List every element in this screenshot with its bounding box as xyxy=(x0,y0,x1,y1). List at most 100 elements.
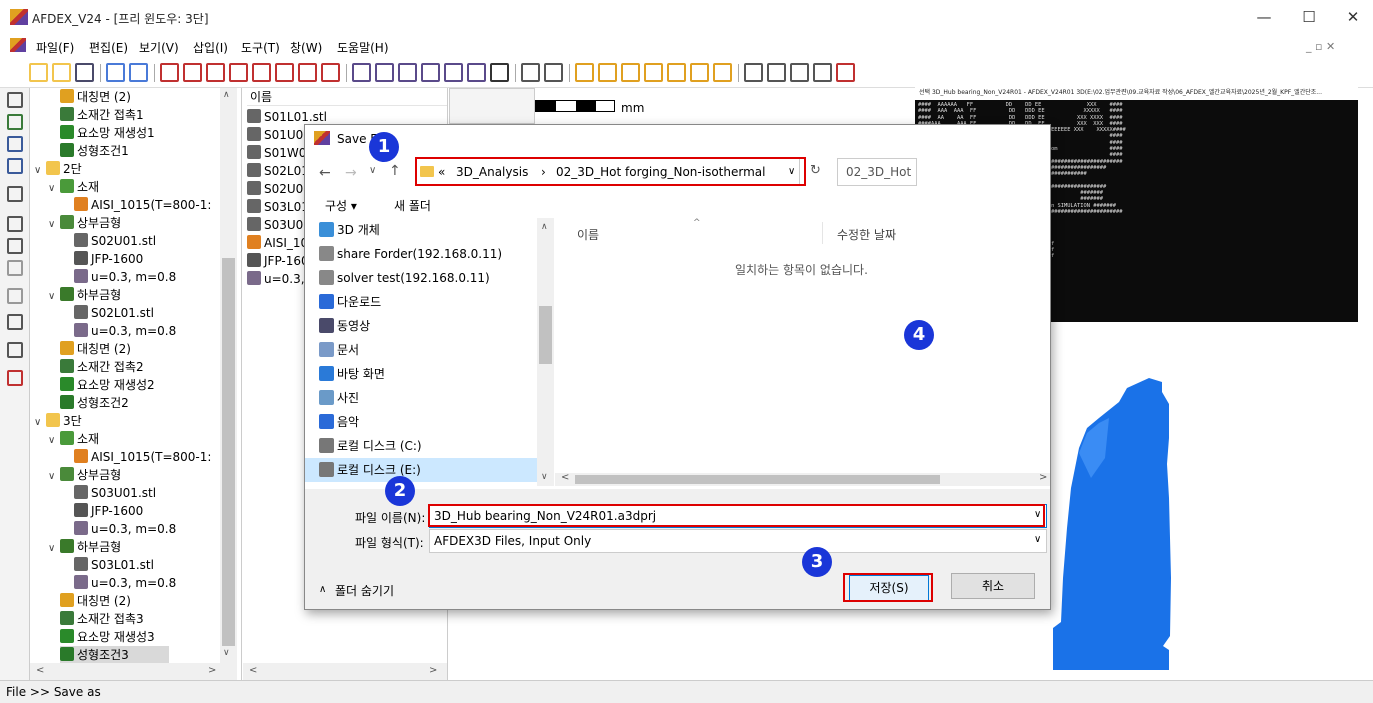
filetype-select[interactable]: AFDEX3D Files, Input Only ∨ xyxy=(429,529,1047,553)
expand-chevron-icon[interactable]: ∨ xyxy=(34,414,46,432)
toolbar-button-icon[interactable] xyxy=(229,63,248,82)
nav-item[interactable]: 로컬 디스크 (E:) xyxy=(305,458,537,482)
toolbar-button-icon[interactable] xyxy=(667,63,686,82)
maximize-button[interactable]: ☐ xyxy=(1294,6,1324,28)
toolbar-button-icon[interactable] xyxy=(6,63,25,82)
toolbar-button-icon[interactable] xyxy=(421,63,440,82)
expand-chevron-icon[interactable]: ∨ xyxy=(48,468,60,486)
side-tool-icon[interactable] xyxy=(7,238,23,254)
nav-item[interactable]: 로컬 디스크 (C:) xyxy=(305,434,537,458)
tree-item[interactable]: S02U01.stl xyxy=(74,232,156,250)
tree-vscrollbar[interactable]: ∧ ∨ xyxy=(220,88,237,663)
file-list-item[interactable]: S03U01 xyxy=(247,216,311,234)
toolbar-button-icon[interactable] xyxy=(129,63,148,82)
tree-item[interactable]: 요소망 재생성1 xyxy=(60,124,155,142)
recent-dropdown-icon[interactable]: ∨ xyxy=(369,165,376,176)
tree-item[interactable]: ∨ 상부금형 xyxy=(48,214,121,232)
toolbar-button-icon[interactable] xyxy=(275,63,294,82)
scroll-left-icon[interactable]: < xyxy=(36,665,44,676)
hide-folders-button[interactable]: 폴더 숨기기 xyxy=(335,582,394,599)
scroll-down-icon[interactable]: ∨ xyxy=(223,648,230,658)
side-tool-icon[interactable] xyxy=(7,114,23,130)
toolbar-button-icon[interactable] xyxy=(813,63,832,82)
file-list-item[interactable]: S02U01 xyxy=(247,180,311,198)
toolbar-button-icon[interactable] xyxy=(521,63,540,82)
mdi-controls-icon[interactable]: _ ▫ ✕ xyxy=(1306,40,1335,53)
tree-item[interactable]: ∨ 소재 xyxy=(48,430,99,448)
tree-item[interactable]: u=0.3, m=0.8 xyxy=(74,520,176,538)
side-tool-icon[interactable] xyxy=(7,158,23,174)
side-tool-icon[interactable] xyxy=(7,136,23,152)
back-arrow-icon[interactable]: ← xyxy=(319,165,331,181)
toolbar-button-icon[interactable] xyxy=(836,63,855,82)
side-tool-icon[interactable] xyxy=(7,314,23,330)
side-tool-icon[interactable] xyxy=(7,216,23,232)
new-folder-button[interactable]: 새 폴더 xyxy=(394,197,431,214)
nav-item[interactable]: 사진 xyxy=(305,386,537,410)
side-tool-icon[interactable] xyxy=(7,260,23,276)
nav-item[interactable]: 다운로드 xyxy=(305,290,537,314)
scroll-left-icon[interactable]: < xyxy=(249,665,257,676)
tree-item[interactable]: JFP-1600 xyxy=(74,502,143,520)
filelist-header[interactable]: 이름 xyxy=(247,88,447,106)
nav-item[interactable]: 문서 xyxy=(305,338,537,362)
file-list-item[interactable]: S01U01 xyxy=(247,126,311,144)
file-list-item[interactable]: S03L01 xyxy=(247,198,309,216)
tree-item[interactable]: 요소망 재생성2 xyxy=(60,376,155,394)
tree-item[interactable]: AISI_1015(T=800-1: xyxy=(74,196,211,214)
toolbar-button-icon[interactable] xyxy=(790,63,809,82)
file-list-item[interactable]: JFP-160 xyxy=(247,252,309,270)
menu-insert[interactable]: 삽입(I) xyxy=(193,39,228,56)
toolbar-button-icon[interactable] xyxy=(252,63,271,82)
toolbar-button-icon[interactable] xyxy=(713,63,732,82)
tree-item[interactable]: ∨ 하부금형 xyxy=(48,286,121,304)
expand-chevron-icon[interactable]: ∨ xyxy=(48,432,60,450)
hide-folders-icon[interactable]: ∧ xyxy=(319,584,326,595)
tree-item[interactable]: 소재간 접촉2 xyxy=(60,358,144,376)
tree-item[interactable]: ∨ 상부금형 xyxy=(48,466,121,484)
tree-item[interactable]: u=0.3, m=0.8 xyxy=(74,268,176,286)
tree-item[interactable]: 소재간 접촉1 xyxy=(60,106,144,124)
expand-chevron-icon[interactable]: ∨ xyxy=(48,180,60,198)
toolbar-button-icon[interactable] xyxy=(321,63,340,82)
toolbar-button-icon[interactable] xyxy=(183,63,202,82)
menu-edit[interactable]: 편집(E) xyxy=(89,39,128,56)
scroll-left-icon[interactable]: < xyxy=(561,472,569,483)
toolbar-button-icon[interactable] xyxy=(644,63,663,82)
tree-item[interactable]: ∨ 3단 xyxy=(34,412,82,430)
nav-vscrollbar[interactable]: ∧ ∨ xyxy=(537,218,554,486)
tree-item[interactable]: 대칭면 (2) xyxy=(60,340,131,358)
side-tool-icon[interactable] xyxy=(7,370,23,386)
cancel-button[interactable]: 취소 xyxy=(951,573,1035,599)
toolbar-button-icon[interactable] xyxy=(490,63,509,82)
toolbar-button-icon[interactable] xyxy=(744,63,763,82)
tree-item[interactable]: 소재간 접촉3 xyxy=(60,610,144,628)
tree-item[interactable]: ∨ 2단 xyxy=(34,160,82,178)
toolbar-button-icon[interactable] xyxy=(160,63,179,82)
close-button[interactable]: ✕ xyxy=(1338,6,1368,28)
scroll-down-icon[interactable]: ∨ xyxy=(541,472,548,482)
tree-item[interactable]: 대칭면 (2) xyxy=(60,592,131,610)
toolbar-button-icon[interactable] xyxy=(206,63,225,82)
toolbar-button-icon[interactable] xyxy=(544,63,563,82)
side-tool-icon[interactable] xyxy=(7,186,23,202)
file-list-item[interactable]: S02L01 xyxy=(247,162,309,180)
tree-item[interactable]: ∨ 소재 xyxy=(48,178,99,196)
scroll-right-icon[interactable]: > xyxy=(208,665,216,676)
nav-item[interactable]: 3D 개체 xyxy=(305,218,537,242)
up-arrow-icon[interactable]: ↑ xyxy=(389,163,401,179)
nav-item[interactable]: 음악 xyxy=(305,410,537,434)
tree-item[interactable]: 대칭면 (2) xyxy=(60,88,131,106)
tree-item[interactable]: S02L01.stl xyxy=(74,304,154,322)
organize-menu[interactable]: 구성 ▾ xyxy=(325,197,357,214)
tree-item[interactable]: ∨ 하부금형 xyxy=(48,538,121,556)
filetype-dropdown-icon[interactable]: ∨ xyxy=(1034,534,1041,545)
side-tool-icon[interactable] xyxy=(7,92,23,108)
tree-item[interactable]: 성형조건1 xyxy=(60,142,129,160)
tree-item[interactable]: AISI_1015(T=800-1: xyxy=(74,448,211,466)
tree-item[interactable]: S03L01.stl xyxy=(74,556,154,574)
file-scroll-thumb[interactable] xyxy=(575,475,940,484)
tree-scroll-thumb[interactable] xyxy=(222,258,235,646)
tree-hscrollbar[interactable]: < > xyxy=(30,663,237,680)
menu-help[interactable]: 도움말(H) xyxy=(337,39,389,56)
